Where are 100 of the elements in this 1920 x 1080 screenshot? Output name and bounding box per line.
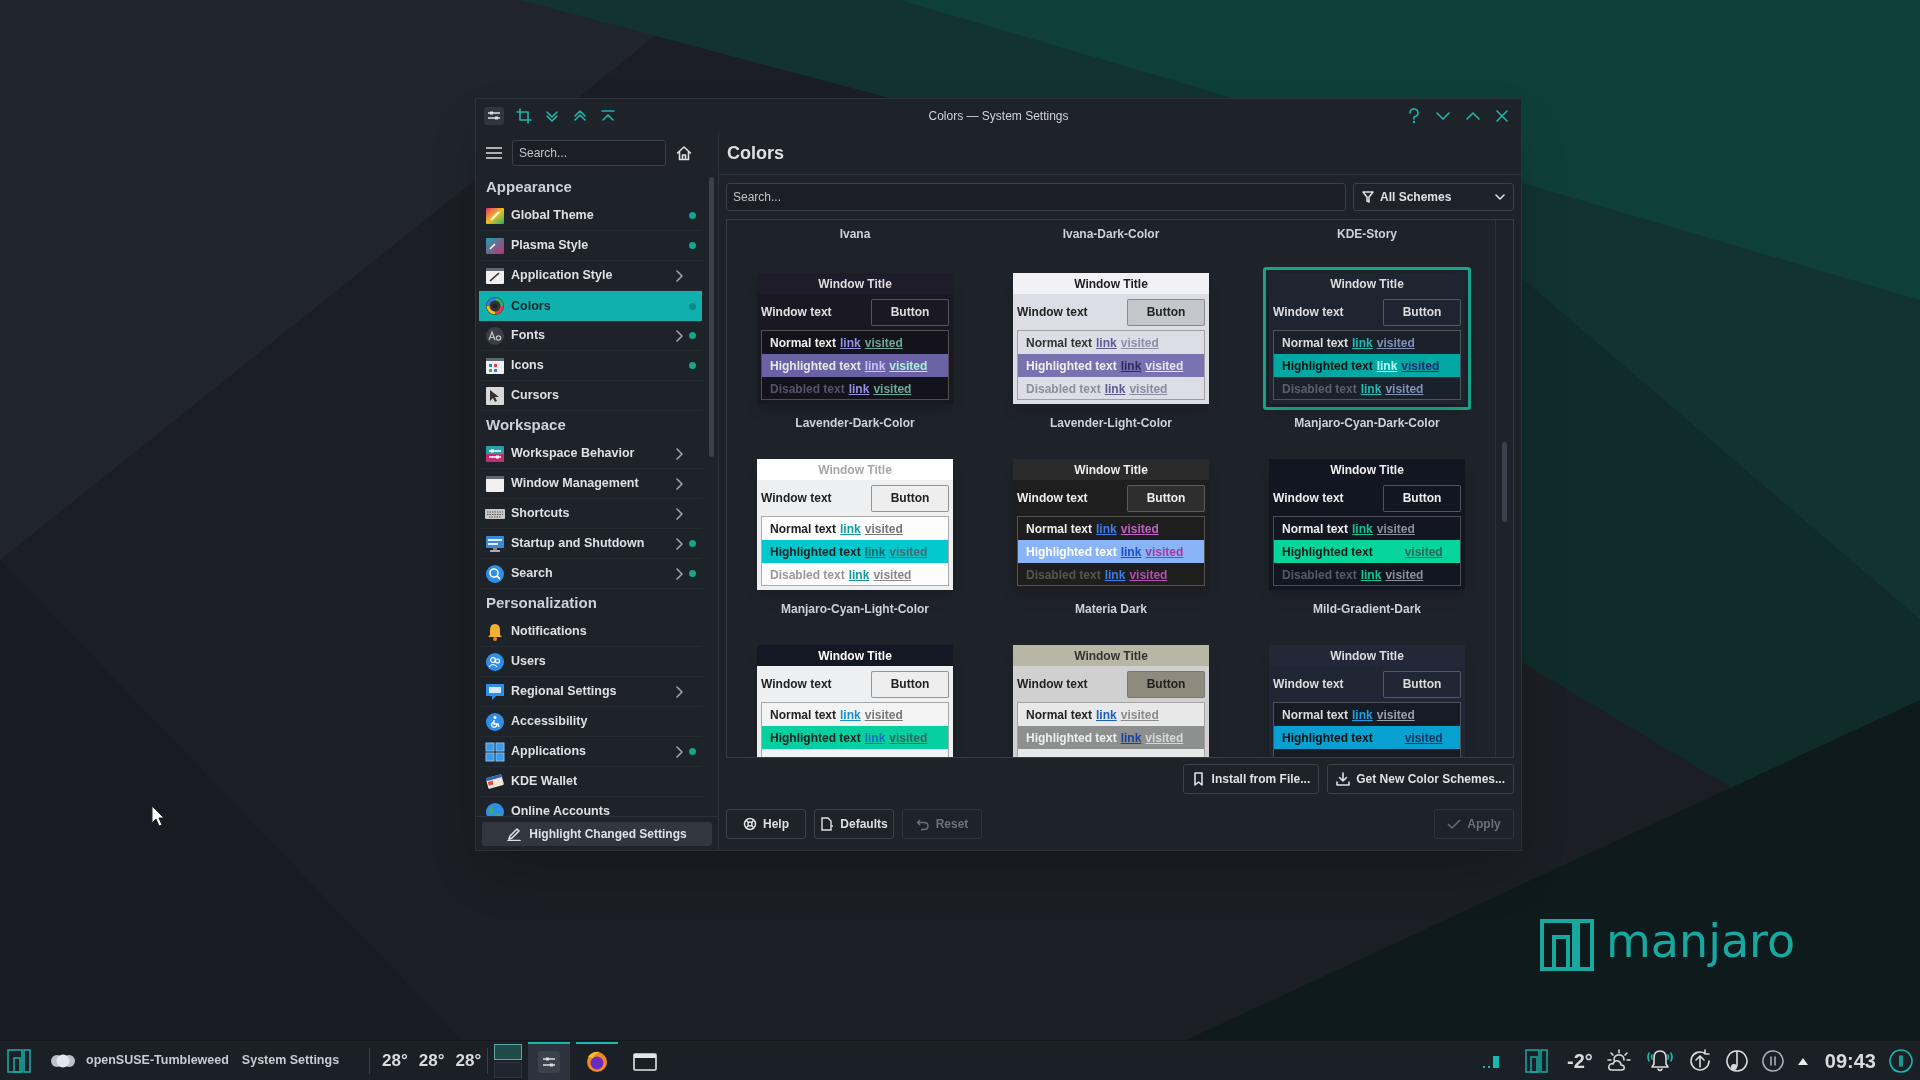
preview-window-title: Window Title (1074, 461, 1148, 479)
scheme-name: KDE-Story (1337, 226, 1397, 243)
preview-window-title: Window Title (1330, 275, 1404, 293)
scheme-filter-dropdown[interactable]: All Schemes (1353, 183, 1514, 211)
scheme-preview[interactable]: Window Title Window text Button Normal text link visited Highlighted text visited (1269, 645, 1465, 757)
preview-window-text: Window text (761, 676, 832, 693)
action-button[interactable]: Install from File... (1182, 764, 1320, 794)
weather-temperature[interactable]: -2° (1567, 1045, 1593, 1076)
wallet-icon (485, 771, 505, 792)
preview-text: Disabled text (1282, 380, 1357, 398)
preview-link: link (1360, 380, 1382, 398)
preview-button: Button (871, 298, 949, 326)
preview-visited-link: visited (1376, 334, 1415, 352)
search-field[interactable]: Search... (512, 140, 666, 166)
preview-visited-link: visited (889, 543, 928, 561)
sidebar-item[interactable]: Notifications (479, 617, 702, 647)
sidebar-item[interactable]: KDE Wallet (479, 767, 702, 797)
activity-name[interactable]: openSUSE-Tumbleweed (86, 1051, 229, 1070)
preview-window-title: Window Title (818, 461, 892, 479)
desktop-pager[interactable] (494, 1041, 523, 1080)
preview-button: Button (1127, 484, 1205, 512)
temperature-reading[interactable]: 28° (418, 1047, 445, 1074)
double-chevron-down-icon[interactable] (544, 108, 560, 124)
clock[interactable]: 09:43 (1824, 1045, 1876, 1076)
sidebar-item[interactable]: Icons (479, 351, 702, 381)
crop-icon[interactable] (516, 108, 532, 124)
scheme-preview[interactable]: Window Title Window text Button Normal text link visited Highlighted text link visited Disabled text link visited (1013, 273, 1209, 404)
preview-window-title: Window Title (1074, 275, 1148, 293)
home-icon[interactable] (676, 145, 692, 161)
sidebar-item[interactable]: Users (479, 647, 702, 677)
download-icon (1336, 772, 1351, 786)
preview-link: link (1360, 566, 1382, 584)
scheme-preview[interactable]: Window Title Window text Button Normal text link visited Highlighted text visited Disabled text link visited (1269, 459, 1465, 590)
scheme-preview[interactable]: Window Title Window text Button Normal text link visited Highlighted text link visited Disabled text link visited (757, 273, 953, 404)
preview-text: Highlighted text (1026, 729, 1117, 747)
close-icon[interactable] (1495, 109, 1509, 123)
scheme-preview[interactable]: Window Title Window text Button Normal text link visited Highlighted text link visited (757, 645, 953, 757)
double-chevron-up-icon[interactable] (572, 108, 588, 124)
sidebar-item[interactable]: Plasma Style (479, 231, 702, 261)
scheme-preview[interactable]: Window Title Window text Button Normal text link visited Highlighted text link visited Disabled text link visited (1269, 273, 1465, 404)
scheme-name: Mild-Gradient-Dark (1313, 601, 1421, 618)
mouse-cursor-icon (151, 805, 165, 827)
preview-text: Highlighted text (1026, 543, 1117, 561)
sidebar-item[interactable]: Fonts (479, 321, 702, 351)
preview-text: Normal text (770, 706, 837, 724)
power-icon[interactable] (1888, 1047, 1914, 1074)
sidebar-item[interactable]: Search (479, 559, 702, 589)
menu-icon[interactable] (486, 146, 502, 160)
audio-icon[interactable] (1724, 1048, 1749, 1073)
activity-switcher-icon[interactable] (50, 1052, 76, 1069)
preview-visited-link: visited (889, 357, 928, 375)
help-icon[interactable] (1407, 108, 1421, 124)
active-window-title[interactable]: System Settings (241, 1051, 340, 1070)
sidebar-item[interactable]: Workspace Behavior (479, 439, 702, 469)
scheme-preview[interactable]: Window Title Window text Button Normal text link visited Highlighted text link visited (1013, 645, 1209, 757)
footer-button[interactable]: Help (726, 809, 806, 839)
sidebar-item[interactable]: Regional Settings (479, 677, 702, 707)
preview-button: Button (1383, 484, 1461, 512)
scrollbar-thumb[interactable] (709, 177, 714, 457)
search-field[interactable]: Search... (726, 183, 1346, 211)
action-button[interactable]: Get New Color Schemes... (1327, 764, 1514, 794)
scrollbar-thumb[interactable] (1502, 442, 1507, 522)
app-launcher-icon[interactable] (6, 1047, 32, 1074)
preview-link: link (1104, 380, 1126, 398)
preview-link: link (864, 543, 886, 561)
notification-bell-icon[interactable] (1644, 1047, 1675, 1074)
manjaro-tray-icon[interactable] (1525, 1048, 1550, 1073)
app-menu-icon[interactable] (484, 107, 504, 125)
preview-visited-link: visited (889, 729, 928, 747)
keep-above-icon[interactable] (600, 108, 616, 124)
preview-text: Highlighted text (770, 729, 861, 747)
task-button[interactable] (528, 1041, 571, 1080)
sliders-icon (485, 443, 505, 464)
preview-button: Button (1383, 670, 1461, 698)
media-pause-icon[interactable] (1760, 1048, 1785, 1073)
temperature-reading[interactable]: 28° (382, 1047, 408, 1074)
footer-button[interactable]: Defaults (814, 809, 894, 839)
sidebar-item[interactable]: Global Theme (479, 201, 702, 231)
sidebar-item[interactable]: Startup and Shutdown (479, 529, 702, 559)
sidebar-item[interactable]: Cursors (479, 381, 702, 411)
preview-button: Button (871, 484, 949, 512)
preview-link: link (848, 566, 870, 584)
sidebar-item[interactable]: Colors (479, 291, 702, 321)
scheme-name: Lavender-Dark-Color (795, 415, 915, 432)
preview-window-text: Window text (1017, 304, 1088, 321)
preview-link: link (1352, 706, 1373, 724)
chat-bubble-icon (485, 681, 505, 702)
scheme-preview[interactable]: Window Title Window text Button Normal text link visited Highlighted text link visited Disabled text link visited (757, 459, 953, 590)
sidebar-item[interactable]: Accessibility (479, 707, 702, 737)
scheme-name: Manjaro-Cyan-Dark-Color (1294, 415, 1440, 432)
window-title: Colors — System Settings (928, 108, 1069, 125)
sidebar-item[interactable]: Shortcuts (479, 499, 702, 529)
sidebar-item[interactable]: Window Management (479, 469, 702, 499)
temperature-reading[interactable]: 28° (455, 1047, 482, 1074)
pen-icon (507, 826, 522, 841)
sidebar-item[interactable]: Applications (479, 737, 702, 767)
preview-button: Button (1127, 670, 1205, 698)
preview-window-text: Window text (1273, 304, 1344, 321)
highlight-changed-settings-button[interactable]: Highlight Changed Settings (482, 821, 712, 846)
weather-icon[interactable] (1604, 1047, 1633, 1074)
